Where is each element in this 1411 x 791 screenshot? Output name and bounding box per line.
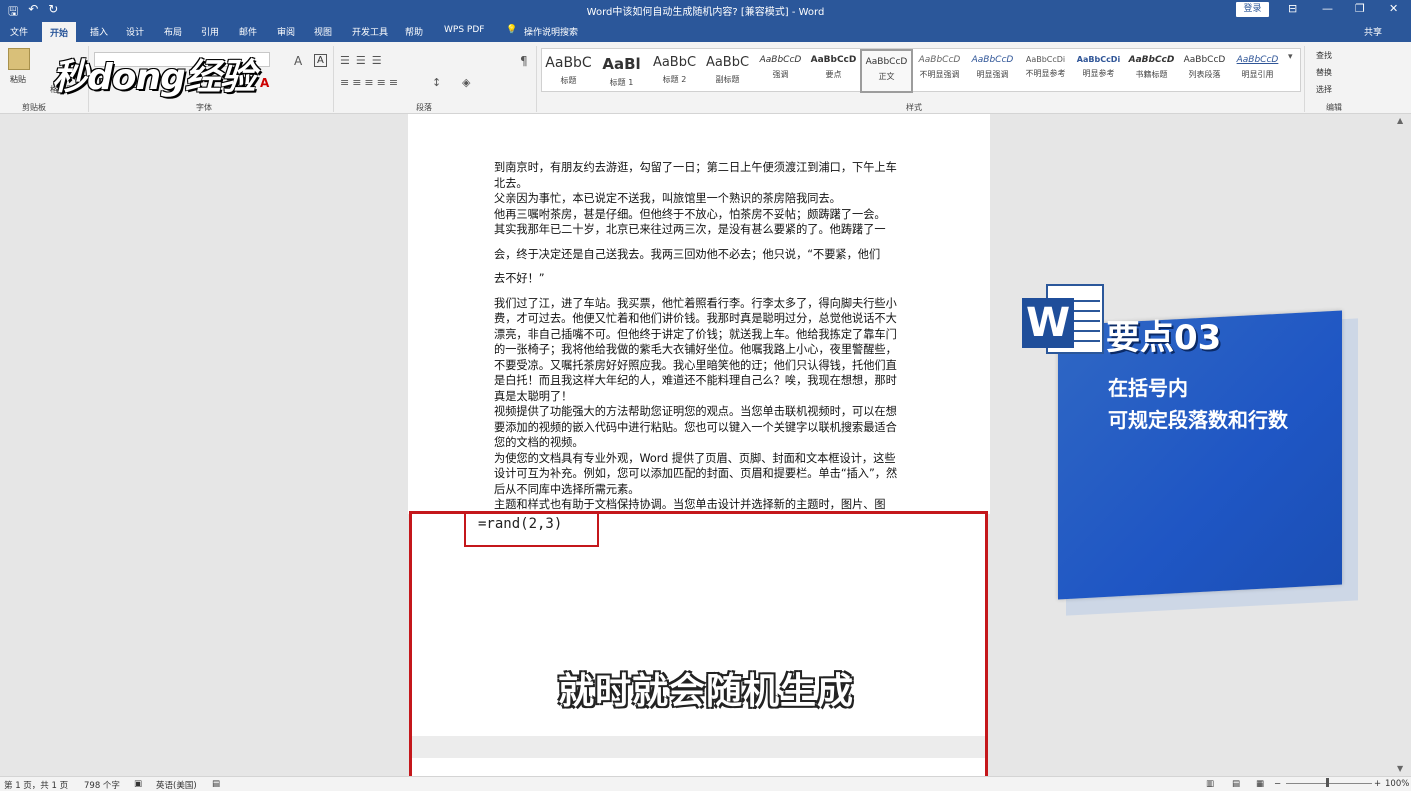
zoom-level[interactable]: 100% [1385,779,1409,789]
tab-file[interactable]: 文件 [10,25,28,38]
group-divider [333,46,334,112]
paragraph: 到南京时，有朋友约去游逛，勾留了一日；第二日上午便须渡江到浦口，下午上车北去。 [494,161,897,190]
find-button[interactable]: 查找 [1316,50,1332,61]
watermark-logo: 秒dong经验 [52,57,256,98]
tab-mailings[interactable]: 邮件 [239,25,257,38]
style-subtle-emphasis[interactable]: AaBbCcD 不明显强调 [913,49,966,93]
style-list-paragraph[interactable]: AaBbCcD 列表段落 [1178,49,1231,93]
paragraph: 其实我那年已二十岁，北京已来往过两三次，是没有甚么要紧的了。他踌躇了一 [494,223,886,236]
card-line-2: 可规定段落数和行数 [1108,408,1288,432]
read-mode-icon[interactable]: ▥ [1206,779,1214,789]
group-clipboard-label: 剪贴板 [22,103,46,112]
style-heading-1[interactable]: AaBl 标题 1 [595,49,648,93]
close-button[interactable]: ✕ [1389,2,1398,15]
style-intense-emphasis[interactable]: AaBbCcD 明显强调 [966,49,1019,93]
card-title: 要点03 [1106,318,1222,358]
proofing-icon[interactable]: ▣ [134,779,142,789]
window-title: Word中该如何自动生成随机内容? [兼容模式] - Word [586,7,825,18]
group-paragraph-label: 段落 [416,103,432,112]
paragraph: 去不好！” [494,272,545,285]
line-spacing-icon[interactable]: ↕ [432,76,441,89]
title-bar: 🖫 ↶ ↻ Word中该如何自动生成随机内容? [兼容模式] - Word 登录… [0,0,1411,20]
style-heading-2[interactable]: AaBbC 标题 2 [648,49,701,93]
tab-layout[interactable]: 布局 [164,25,182,38]
tell-me-search[interactable]: 操作说明搜索 [524,25,578,38]
style-intense-quote[interactable]: AaBbCcD 明显引用 [1231,49,1284,93]
tab-help[interactable]: 帮助 [405,25,423,38]
replace-button[interactable]: 替换 [1316,67,1332,78]
gallery-more-icon[interactable]: ▾ [1288,52,1293,62]
style-normal[interactable]: AaBbCcD 正文 [860,49,913,93]
card-line-1: 在括号内 [1108,376,1188,400]
tab-developer[interactable]: 开发工具 [352,25,388,38]
document-body[interactable]: 到南京时，有朋友约去游逛，勾留了一日；第二日上午便须渡江到浦口，下午上车北去。 … [494,160,906,513]
tab-view[interactable]: 视图 [314,25,332,38]
group-font-label: 字体 [196,103,212,112]
scroll-down-icon[interactable]: ▼ [1397,764,1403,773]
scroll-up-icon[interactable]: ▲ [1397,116,1403,125]
status-bar: 第 1 页，共 1 页 798 个字 ▣ 英语(美国) ▤ ▥ ▤ ▦ − + … [0,776,1411,791]
paragraph: 会，终于决定还是自己送我去。我两三回劝他不必去；他只说，“不要紧，他们 [494,247,881,261]
tab-wps-pdf[interactable]: WPS PDF [444,25,484,35]
language-indicator[interactable]: 英语(美国) [156,779,197,791]
word-count[interactable]: 798 个字 [84,779,120,791]
lightbulb-icon[interactable]: 💡 [506,25,517,35]
paragraph: 父亲因为事忙，本已说定不送我，叫旅馆里一个熟识的茶房陪我同去。 [494,192,841,205]
video-caption: 就时就会随机生成 [557,671,854,712]
ribbon-tabs: 文件 开始 插入 设计 布局 引用 邮件 审阅 视图 开发工具 帮助 WPS P… [0,20,1411,42]
macro-icon[interactable]: ▤ [212,779,220,789]
style-book-title[interactable]: AaBbCcD 书籍标题 [1125,49,1178,93]
restore-button[interactable]: ❐ [1355,2,1365,15]
style-subtitle[interactable]: AaBbC 副标题 [701,49,754,93]
style-title[interactable]: AaBbC 标题 [542,49,595,93]
zoom-thumb[interactable] [1326,778,1329,787]
tab-home[interactable]: 开始 [42,22,77,42]
zoom-highlight-box [409,511,988,789]
vertical-scrollbar[interactable]: ▲ ▼ [1392,114,1411,776]
paragraph: 为使您的文档具有专业外观，Word 提供了页眉、页脚、封面和文本框设计，这些设计… [494,451,898,496]
tab-insert[interactable]: 插入 [90,25,108,38]
tab-review[interactable]: 审阅 [277,25,295,38]
zoom-out-icon[interactable]: − [1274,779,1281,789]
web-layout-icon[interactable]: ▦ [1256,779,1264,789]
page-count[interactable]: 第 1 页，共 1 页 [4,779,68,791]
style-subtle-reference[interactable]: AaBbCcDi 不明显参考 [1019,49,1072,93]
char-border-icon[interactable]: A [314,54,327,67]
paragraph: 视频提供了功能强大的方法帮助您证明您的观点。当您单击联机视频时，可以在想要添加的… [494,405,897,449]
tab-references[interactable]: 引用 [201,25,219,38]
clear-format-icon[interactable]: A [294,54,302,68]
word-logo-icon: W [1022,284,1106,354]
tab-design[interactable]: 设计 [126,25,144,38]
font-color-icon[interactable]: A [260,76,269,90]
show-marks-icon[interactable]: ¶ [520,54,528,68]
login-button[interactable]: 登录 [1236,2,1269,17]
print-layout-icon[interactable]: ▤ [1232,779,1240,789]
styles-gallery: AaBbC 标题 AaBl 标题 1 AaBbC 标题 2 AaBbC 副标题 AaBb… [541,48,1301,93]
minimize-button[interactable]: — [1322,2,1333,15]
group-styles-label: 样式 [906,103,922,112]
paste-label[interactable]: 粘贴 [10,74,26,85]
paragraph: 他再三嘱咐茶房，甚是仔细。但他终于不放心，怕茶房不妥帖；颇踌躇了一会。 [494,207,886,221]
paste-icon[interactable] [8,48,30,70]
group-divider [536,46,537,112]
style-intense-reference[interactable]: AaBbCcDi 明显参考 [1072,49,1125,93]
share-button[interactable]: 共享 [1364,25,1382,38]
shading-icon[interactable]: ◈ [462,76,470,89]
list-icons[interactable]: ☰☰☰ [340,54,388,67]
align-icons[interactable]: ≡≡≡≡≡ [340,76,401,89]
group-editing-label: 编辑 [1326,103,1342,112]
group-divider [1304,46,1305,112]
style-emphasis[interactable]: AaBbCcD 强调 [754,49,807,93]
paragraph: 我们过了江，进了车站。我买票，他忙着照看行李。行李太多了，得向脚夫行些小费，才可… [494,296,897,403]
zoom-slider[interactable] [1286,783,1372,784]
select-button[interactable]: 选择 [1316,84,1332,95]
zoom-in-icon[interactable]: + [1374,779,1381,789]
style-strong[interactable]: AaBbCcD 要点 [807,49,860,93]
ribbon-display-icon[interactable]: ⊟ [1288,2,1297,15]
